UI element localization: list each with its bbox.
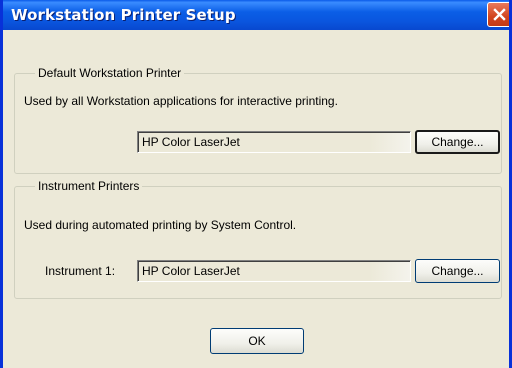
default-printer-value: HP Color LaserJet	[142, 135, 240, 149]
instrument-1-printer-value: HP Color LaserJet	[142, 264, 240, 278]
instrument-1-label: Instrument 1:	[45, 264, 116, 278]
close-icon	[493, 8, 506, 21]
window-title: Workstation Printer Setup	[11, 6, 236, 24]
title-bar[interactable]: Workstation Printer Setup	[3, 0, 509, 30]
default-printer-group	[14, 73, 502, 174]
instrument-printers-legend: Instrument Printers	[35, 179, 143, 193]
instrument-1-change-button[interactable]: Change...	[415, 259, 500, 283]
close-button[interactable]	[487, 2, 509, 27]
dialog-window: Workstation Printer Setup Default Workst…	[0, 0, 512, 368]
default-printer-legend: Default Workstation Printer	[35, 66, 185, 80]
instrument-1-printer-field: HP Color LaserJet	[137, 260, 411, 282]
ok-button[interactable]: OK	[210, 328, 304, 354]
default-change-button[interactable]: Change...	[415, 130, 500, 154]
default-printer-field: HP Color LaserJet	[137, 131, 411, 153]
default-printer-description: Used by all Workstation applications for…	[24, 94, 338, 108]
instrument-printers-description: Used during automated printing by System…	[24, 218, 297, 232]
